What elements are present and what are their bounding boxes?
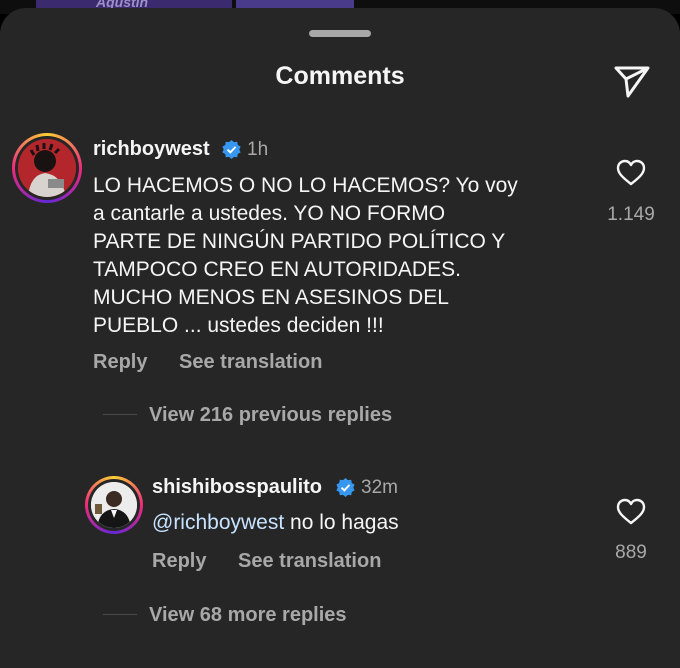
avatar[interactable] [12, 133, 82, 203]
comment-actions: Reply See translation [93, 351, 322, 374]
avatar-image [18, 139, 76, 197]
paper-plane-icon[interactable] [612, 62, 652, 102]
comment-time: 1h [247, 139, 269, 160]
heart-icon[interactable] [616, 497, 646, 527]
avatar-image [91, 482, 137, 528]
comments-sheet: Comments richboywest 1h LO HACEMOS O NO … [0, 8, 680, 668]
comment-text: LO HACEMOS O NO LO HACEMOS? Yo voy a can… [93, 174, 518, 337]
comment-body: no lo hagas [284, 511, 399, 534]
verified-badge-icon [222, 140, 241, 159]
sheet-grabber[interactable] [309, 30, 371, 37]
verified-badge-icon [336, 478, 355, 497]
mention-link[interactable]: @richboywest [152, 511, 284, 534]
see-translation-button[interactable]: See translation [238, 550, 381, 572]
comment-actions: Reply See translation [152, 550, 381, 573]
divider-line [103, 414, 137, 415]
reply-button[interactable]: Reply [93, 351, 147, 373]
avatar[interactable] [85, 476, 143, 534]
comment-username[interactable]: shishibosspaulito [152, 476, 322, 499]
comment-text: @richboywest no lo hagas [152, 509, 572, 537]
see-translation-button[interactable]: See translation [179, 351, 322, 373]
heart-icon[interactable] [616, 158, 646, 188]
page-title: Comments [275, 62, 405, 90]
view-more-replies[interactable]: View 68 more replies [149, 604, 347, 627]
reply-button[interactable]: Reply [152, 550, 206, 572]
like-count: 1.149 [607, 204, 655, 225]
like-count: 889 [615, 542, 647, 563]
view-previous-replies[interactable]: View 216 previous replies [149, 404, 392, 427]
divider-line [103, 614, 137, 615]
comment-username[interactable]: richboywest [93, 138, 210, 161]
comment-time: 32m [361, 477, 398, 498]
